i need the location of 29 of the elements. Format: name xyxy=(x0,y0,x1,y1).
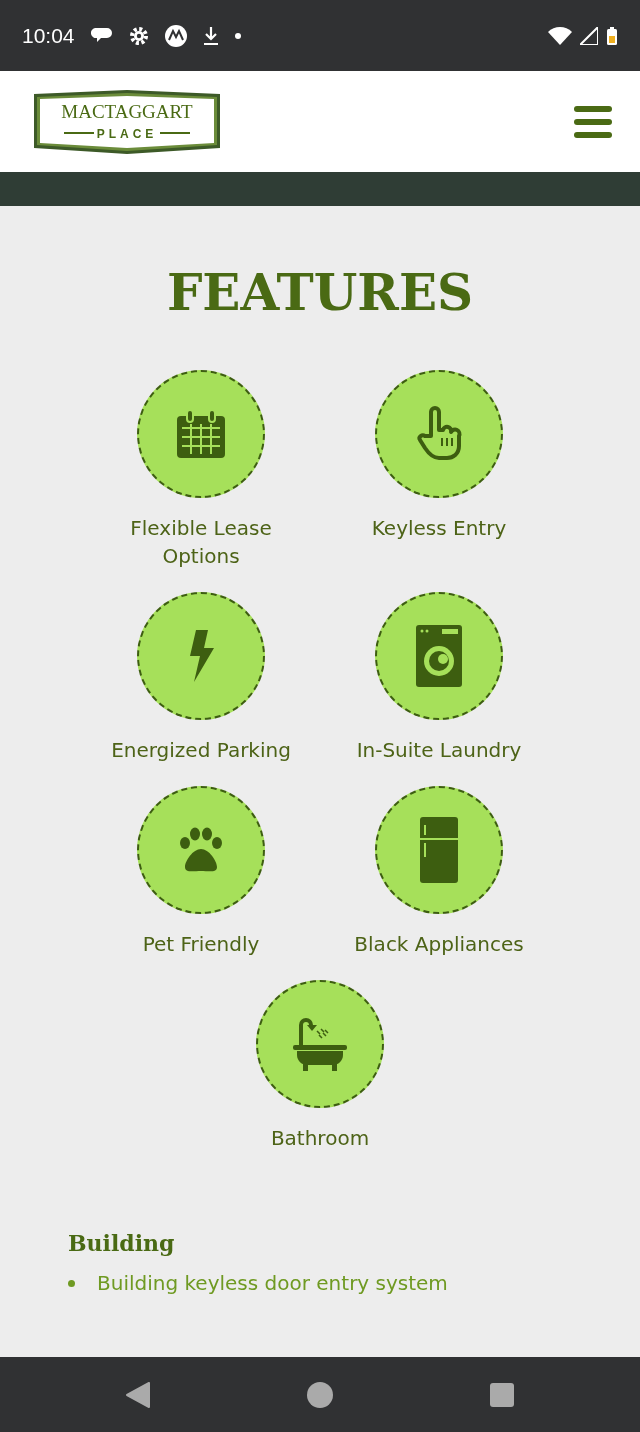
wifi-icon xyxy=(548,26,572,45)
feature-label: Bathroom xyxy=(270,1125,370,1152)
washing-machine-icon xyxy=(416,625,462,687)
calendar-icon xyxy=(175,408,227,460)
bathtub-icon xyxy=(291,1017,349,1071)
logo-icon xyxy=(164,24,187,47)
menu-icon[interactable] xyxy=(574,105,612,138)
logo[interactable]: MACTAGGART PLACE xyxy=(32,88,222,155)
section-heading: Building xyxy=(68,1230,176,1257)
bullet-icon xyxy=(68,1279,75,1287)
feature-label: In-Suite Laundry xyxy=(356,737,522,764)
feature-label: Pet Friendly xyxy=(142,931,260,958)
home-icon[interactable] xyxy=(307,1381,333,1408)
section-title: FEATURES xyxy=(165,268,475,318)
settings-icon xyxy=(128,25,149,46)
clock: 10:04 xyxy=(22,22,75,49)
pointing-hand-icon xyxy=(415,406,463,462)
signal-icon xyxy=(580,26,598,45)
feature-label: Energized Parking xyxy=(111,737,291,764)
back-icon[interactable] xyxy=(126,1381,151,1408)
battery-icon xyxy=(606,25,618,46)
dot-icon xyxy=(234,32,241,39)
download-icon xyxy=(202,25,219,46)
recents-icon[interactable] xyxy=(489,1382,514,1407)
list-item: Building keyless door entry system xyxy=(97,1270,448,1298)
feature-label: Keyless Entry xyxy=(371,515,507,542)
feature-label: Flexible Lease Options xyxy=(129,515,273,570)
feature-label: Black Appliances xyxy=(354,931,524,958)
refrigerator-icon xyxy=(420,817,458,883)
